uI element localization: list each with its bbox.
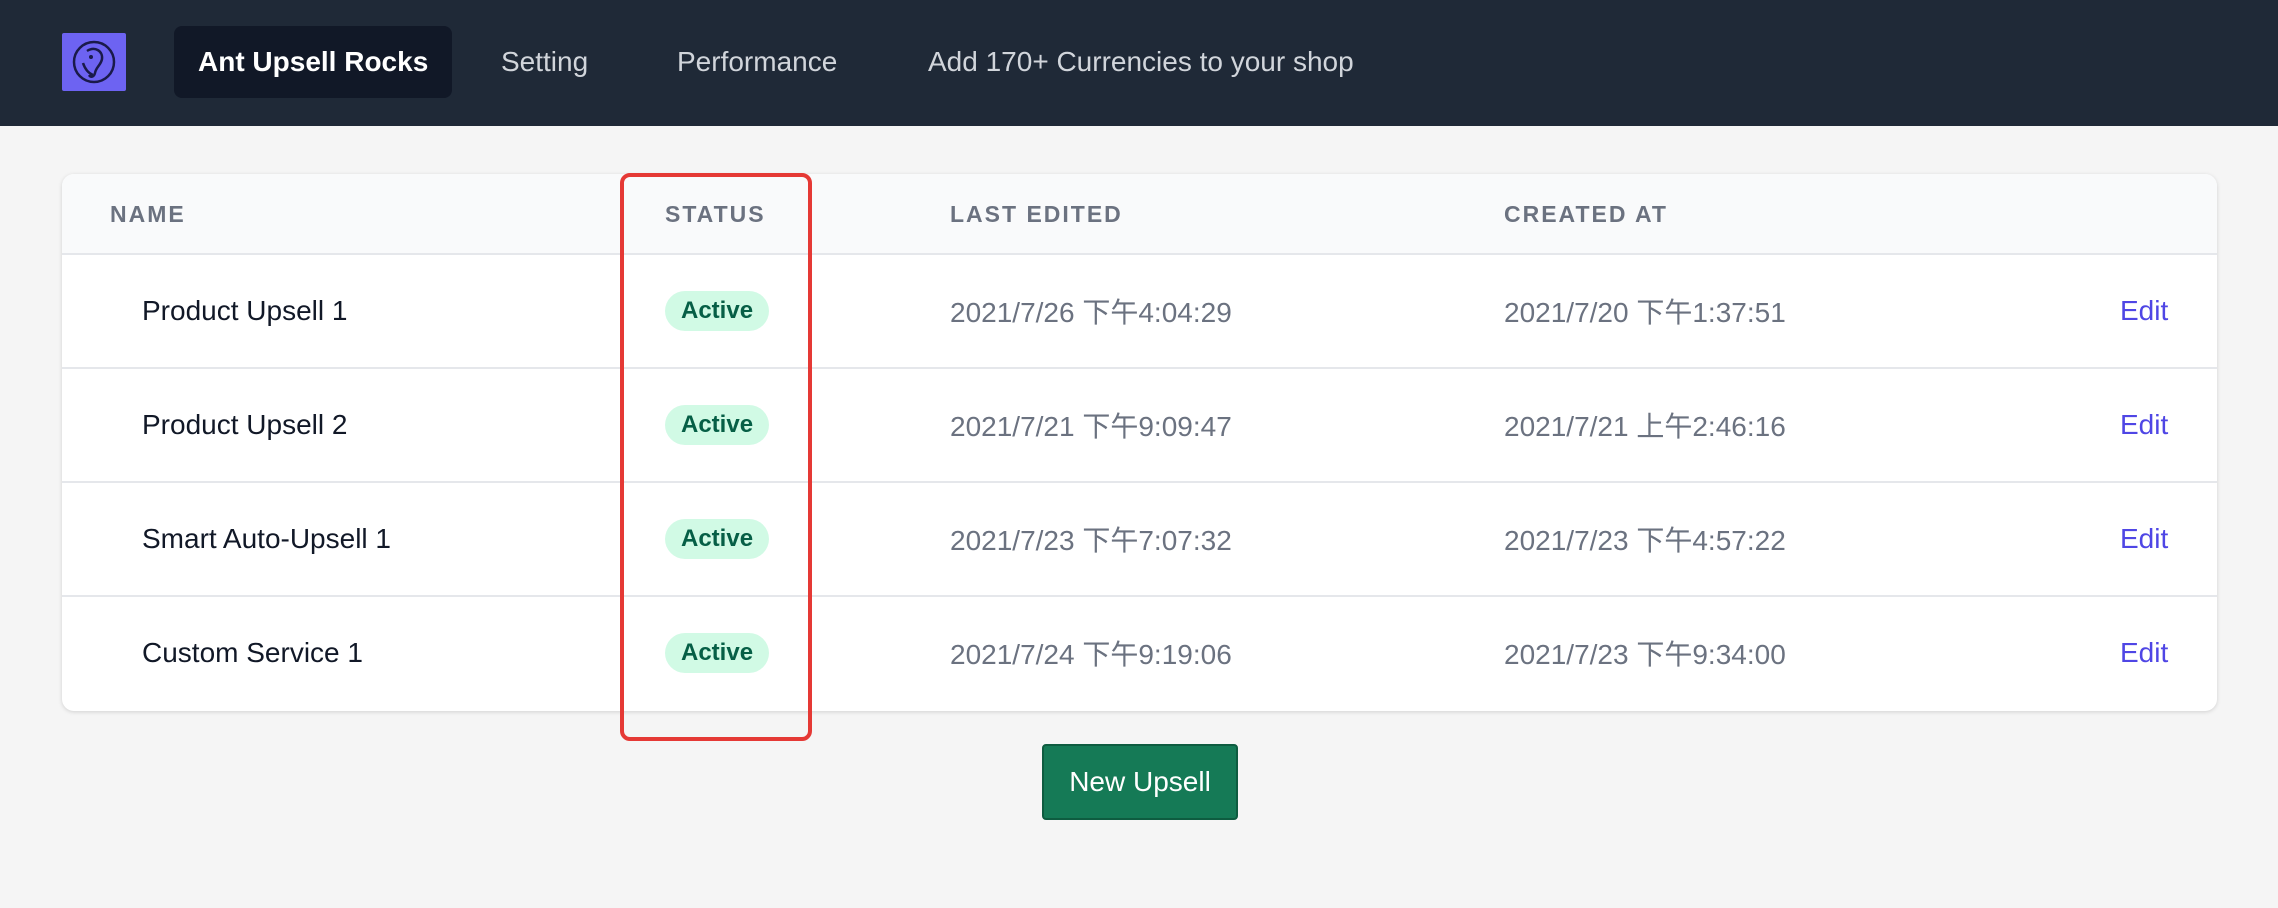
row-last-edited: 2021/7/26 下午4:04:29	[950, 297, 1232, 328]
status-cell: Active	[665, 255, 770, 367]
nav-item-setting[interactable]: Setting	[477, 26, 612, 98]
edit-link[interactable]: Edit	[2120, 483, 2168, 595]
table-row: Smart Auto-Upsell 1 Active 2021/7/23 下午7…	[62, 483, 2217, 597]
row-name: Custom Service 1	[142, 637, 363, 668]
row-created-at: 2021/7/23 下午4:57:22	[1504, 525, 1786, 556]
elephant-logo-icon	[72, 40, 116, 84]
top-navigation-bar: Ant Upsell Rocks Setting Performance Add…	[0, 0, 2278, 126]
status-badge: Active	[665, 519, 770, 559]
edit-link[interactable]: Edit	[2120, 369, 2168, 481]
status-badge: Active	[665, 291, 770, 331]
row-name: Product Upsell 2	[142, 409, 348, 440]
table-row: Product Upsell 2 Active 2021/7/21 下午9:09…	[62, 369, 2217, 483]
row-name: Smart Auto-Upsell 1	[142, 523, 391, 554]
row-created-at: 2021/7/20 下午1:37:51	[1504, 297, 1786, 328]
column-header-created-at: CREATED AT	[1504, 201, 1668, 227]
nav-item-performance[interactable]: Performance	[653, 26, 861, 98]
row-last-edited: 2021/7/23 下午7:07:32	[950, 525, 1232, 556]
table-row: Custom Service 1 Active 2021/7/24 下午9:19…	[62, 597, 2217, 711]
column-header-status: STATUS	[665, 201, 766, 227]
edit-link[interactable]: Edit	[2120, 597, 2168, 709]
row-created-at: 2021/7/23 下午9:34:00	[1504, 639, 1786, 670]
table-row: Product Upsell 1 Active 2021/7/26 下午4:04…	[62, 255, 2217, 369]
status-badge: Active	[665, 633, 770, 673]
nav-item-ant-upsell-rocks[interactable]: Ant Upsell Rocks	[174, 26, 453, 98]
upsell-table: NAME STATUS LAST EDITED CREATED AT Produ…	[62, 174, 2217, 711]
nav-item-add-currencies[interactable]: Add 170+ Currencies to your shop	[904, 26, 1378, 98]
new-upsell-button[interactable]: New Upsell	[1042, 744, 1238, 820]
row-last-edited: 2021/7/21 下午9:09:47	[950, 411, 1232, 442]
column-header-last-edited: LAST EDITED	[950, 201, 1123, 227]
row-last-edited: 2021/7/24 下午9:19:06	[950, 639, 1232, 670]
row-name: Product Upsell 1	[142, 295, 348, 326]
table-header: NAME STATUS LAST EDITED CREATED AT	[62, 174, 2217, 255]
status-cell: Active	[665, 597, 770, 709]
status-cell: Active	[665, 369, 770, 481]
status-cell: Active	[665, 483, 770, 595]
column-header-name: NAME	[110, 201, 186, 227]
row-created-at: 2021/7/21 上午2:46:16	[1504, 411, 1786, 442]
status-badge: Active	[665, 405, 770, 445]
app-logo[interactable]	[62, 33, 126, 91]
edit-link[interactable]: Edit	[2120, 255, 2168, 367]
